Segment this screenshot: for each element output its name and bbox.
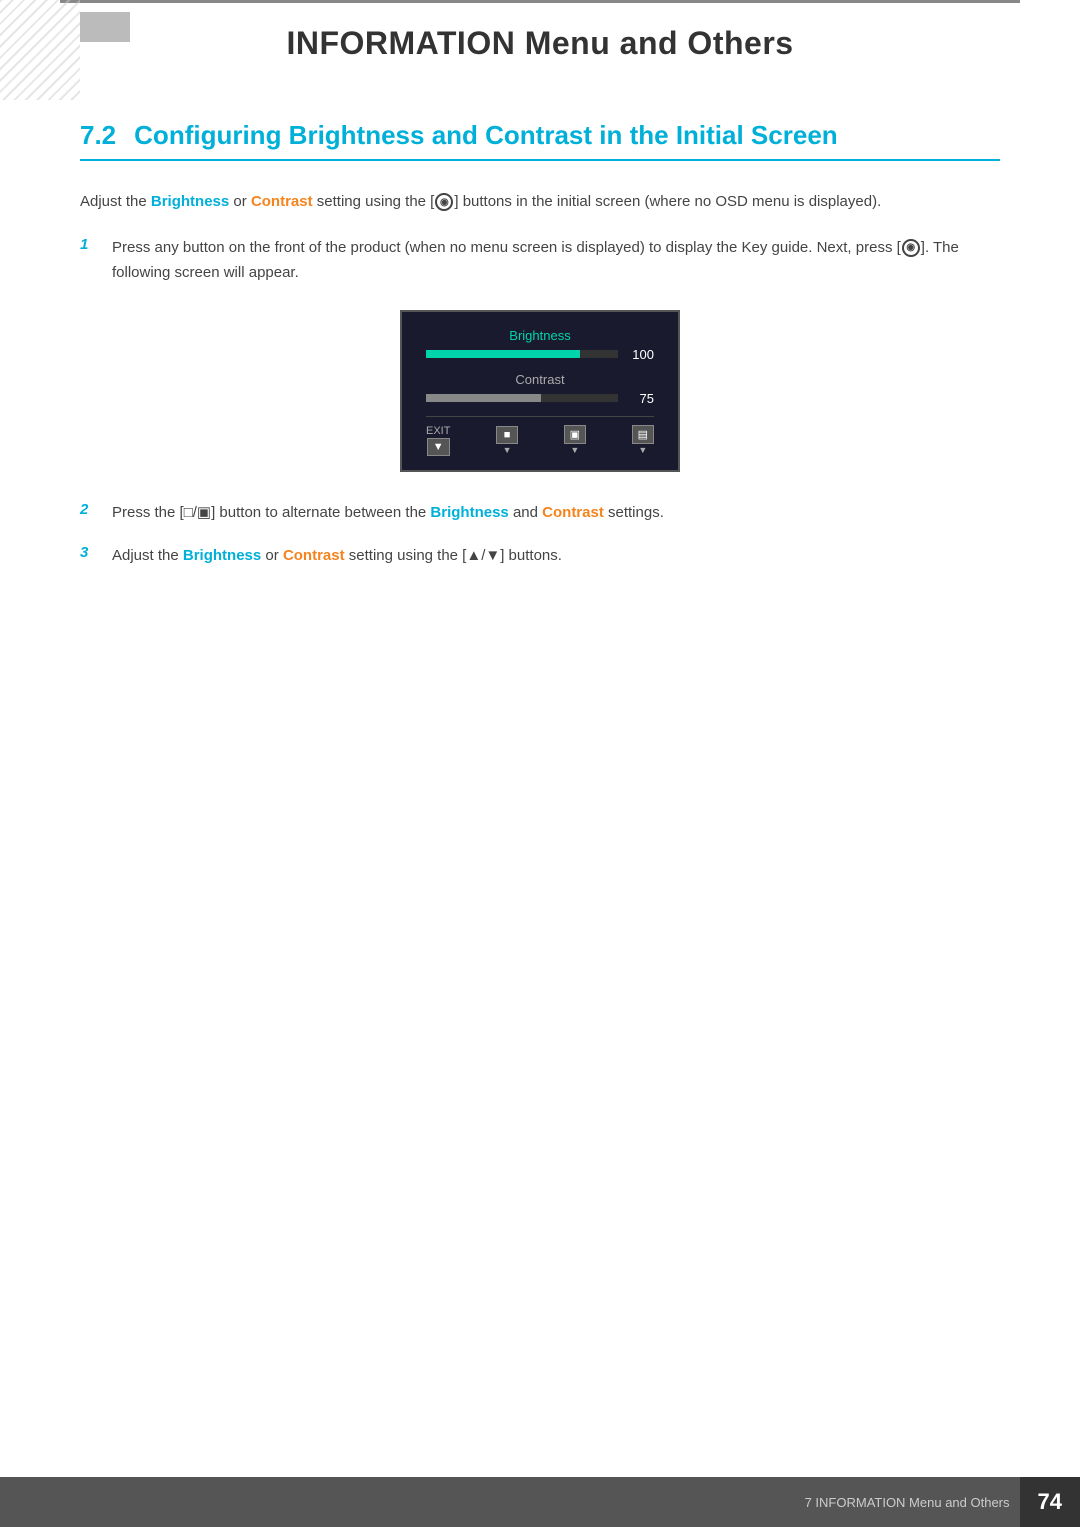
step-1-circle-icon: ◉: [902, 239, 920, 257]
step-2-text: Press the [□/▣] button to alternate betw…: [112, 500, 1000, 526]
osd-brightness-fill: [426, 350, 580, 358]
osd-btn-group-2: ▣ ▼: [564, 425, 586, 455]
osd-btn-2-label: ▼: [570, 445, 579, 455]
osd-brightness-value: 100: [626, 347, 654, 362]
step-3-brightness-label: Brightness: [183, 547, 261, 564]
step-1-text: Press any button on the front of the pro…: [112, 235, 1000, 286]
osd-contrast-fill: [426, 394, 541, 402]
step-3-text: Adjust the Brightness or Contrast settin…: [112, 543, 1000, 569]
osd-btn-1-label: ▼: [503, 445, 512, 455]
intro-contrast-label: Contrast: [251, 193, 313, 210]
step-2: 2 Press the [□/▣] button to alternate be…: [80, 500, 1000, 526]
step-2-brightness-label: Brightness: [430, 504, 508, 521]
intro-text-middle: or: [229, 193, 251, 210]
osd-brightness-label: Brightness: [426, 328, 654, 343]
osd-contrast-value: 75: [626, 391, 654, 406]
osd-contrast-row: Contrast 75: [426, 372, 654, 406]
step-2-contrast-label: Contrast: [542, 504, 604, 521]
intro-text-before: Adjust the: [80, 193, 151, 210]
osd-contrast-track: [426, 394, 618, 402]
osd-contrast-bar-row: 75: [426, 391, 654, 406]
osd-screen: Brightness 100 Contrast 75: [400, 310, 680, 472]
osd-footer: EXIT ▼ ■ ▼ ▣ ▼ ▤ ▼: [426, 416, 654, 456]
osd-btn-3-label: ▼: [638, 445, 647, 455]
step-2-number: 2: [80, 500, 98, 518]
page-header: INFORMATION Menu and Others: [60, 0, 1020, 80]
footer-page-number: 74: [1020, 1477, 1080, 1527]
osd-btn-2: ▣: [564, 425, 586, 444]
intro-paragraph: Adjust the Brightness or Contrast settin…: [80, 189, 1000, 215]
osd-btn-group-1: ■ ▼: [496, 426, 518, 455]
step-1: 1 Press any button on the front of the p…: [80, 235, 1000, 286]
decorative-block: [80, 12, 130, 42]
osd-brightness-bar-row: 100: [426, 347, 654, 362]
osd-btn-group-3: ▤ ▼: [632, 425, 654, 455]
decorative-stripe: [0, 0, 80, 100]
intro-brightness-label: Brightness: [151, 193, 229, 210]
step-1-number: 1: [80, 235, 98, 253]
page-footer: 7 INFORMATION Menu and Others 74: [0, 1477, 1080, 1527]
section-title: Configuring Brightness and Contrast in t…: [134, 120, 838, 151]
section-number: 7.2: [80, 120, 116, 151]
intro-text-after: setting using the [◉] buttons in the ini…: [313, 193, 882, 210]
circle-dot-icon: ◉: [435, 193, 453, 211]
osd-btn-1: ■: [496, 426, 518, 444]
main-content: 7.2 Configuring Brightness and Contrast …: [0, 80, 1080, 667]
section-heading: 7.2 Configuring Brightness and Contrast …: [80, 120, 1000, 161]
step-3-contrast-label: Contrast: [283, 547, 345, 564]
osd-btn-3: ▤: [632, 425, 654, 444]
page-title: INFORMATION Menu and Others: [60, 25, 1020, 62]
step-1-text-before: Press any button on the front of the pro…: [112, 239, 959, 282]
osd-brightness-row: Brightness 100: [426, 328, 654, 362]
osd-exit-btn: ▼: [427, 438, 450, 456]
osd-brightness-track: [426, 350, 618, 358]
osd-container: Brightness 100 Contrast 75: [80, 310, 1000, 472]
osd-exit-group: EXIT ▼: [426, 425, 450, 456]
osd-exit-label: EXIT: [426, 425, 450, 437]
step-3-number: 3: [80, 543, 98, 561]
osd-contrast-label: Contrast: [426, 372, 654, 387]
footer-text: 7 INFORMATION Menu and Others: [805, 1495, 1020, 1510]
step-3: 3 Adjust the Brightness or Contrast sett…: [80, 543, 1000, 569]
